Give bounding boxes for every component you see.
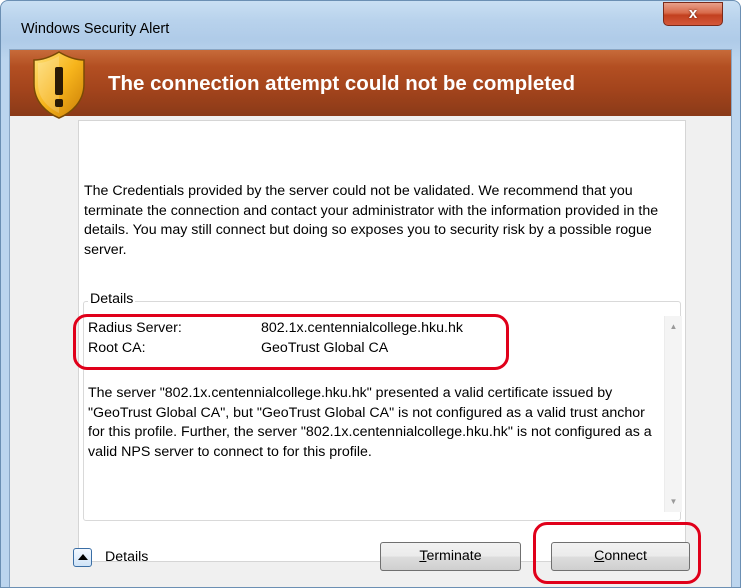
terminate-button[interactable]: Terminate — [380, 542, 521, 571]
shield-warning-icon — [33, 51, 85, 119]
details-legend: Details — [88, 291, 136, 307]
details-scrollbar[interactable]: ▲ ▼ — [664, 316, 682, 512]
connect-label: onnect — [604, 548, 647, 564]
terminate-label: erminate — [426, 548, 482, 564]
alert-heading: The connection attempt could not be comp… — [108, 72, 575, 95]
details-groupbox: Details Radius Server: 802.1x.centennialc… — [83, 291, 682, 521]
root-ca-value: GeoTrust Global CA — [261, 340, 389, 356]
connect-mnemonic: C — [594, 548, 605, 564]
root-ca-row: Root CA: GeoTrust Global CA — [88, 340, 388, 356]
security-alert-window: Windows Security Alert x The connection … — [0, 0, 741, 588]
root-ca-label: Root CA: — [88, 340, 146, 356]
details-toggle-label[interactable]: Details — [105, 549, 148, 565]
scroll-down-icon[interactable]: ▼ — [665, 493, 682, 510]
alert-message: The Credentials provided by the server c… — [84, 183, 659, 258]
scroll-up-icon[interactable]: ▲ — [665, 318, 682, 335]
dialog-client-area: The connection attempt could not be comp… — [9, 49, 732, 587]
content-panel: The Credentials provided by the server c… — [78, 120, 686, 562]
radius-server-row: Radius Server: 802.1x.centennialcollege.h… — [88, 320, 463, 336]
details-toggle-icon[interactable] — [73, 548, 92, 567]
details-textbox[interactable]: Radius Server: 802.1x.centennialcollege.h… — [86, 316, 682, 512]
connect-button[interactable]: Connect — [551, 542, 690, 571]
details-description: The server "802.1x.centennialcollege.hku… — [88, 385, 652, 460]
dialog-footer: Details Terminate Connect — [69, 521, 690, 587]
radius-server-label: Radius Server: — [88, 320, 182, 336]
title-bar[interactable]: Windows Security Alert x — [1, 1, 740, 49]
close-button[interactable]: x — [663, 2, 723, 26]
radius-server-value: 802.1x.centennialcollege.hku.hk — [261, 320, 463, 336]
alert-banner: The connection attempt could not be comp… — [10, 50, 731, 119]
window-title: Windows Security Alert — [21, 21, 170, 37]
